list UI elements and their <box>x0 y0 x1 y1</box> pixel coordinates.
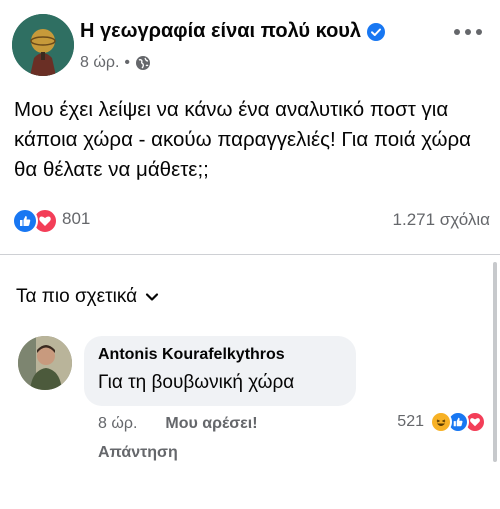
verified-badge-icon <box>367 22 386 41</box>
page-name-header[interactable]: Η γεωγραφία είναι πολύ κουλ <box>80 20 386 43</box>
comment-actions: 8 ώρ. Μου αρέσει! <box>98 415 258 433</box>
post-meta: 8 ώρ. • <box>80 54 151 72</box>
comment-author[interactable]: Antonis Kourafelkythros <box>98 346 342 364</box>
divider <box>0 254 500 255</box>
comment-sort-dropdown[interactable]: Τα πιο σχετικά <box>16 286 159 308</box>
chevron-down-icon <box>146 293 159 301</box>
comment-text: Για τη βουβωνική χώρα <box>98 372 295 393</box>
page-name[interactable]: Η γεωγραφία είναι πολύ κουλ <box>80 20 361 43</box>
haha-icon <box>430 411 452 433</box>
comment-reaction-count: 521 <box>397 413 424 430</box>
comment-time[interactable]: 8 ώρ. <box>98 415 137 433</box>
comment-like-button[interactable]: Μου αρέσει! <box>165 415 257 433</box>
meta-separator: • <box>124 54 130 71</box>
sort-label: Τα πιο σχετικά <box>16 286 138 307</box>
comments-count[interactable]: 1.271 σχόλια <box>393 210 490 230</box>
commenter-avatar[interactable] <box>18 336 72 390</box>
more-options-button[interactable] <box>454 24 482 40</box>
comment-reply-button[interactable]: Απάντηση <box>98 444 178 462</box>
comment-bubble: Antonis Kourafelkythros Για τη βουβωνική… <box>84 336 356 406</box>
comment-reactions[interactable]: 521 <box>397 411 486 433</box>
scrollbar[interactable] <box>493 262 497 462</box>
page-avatar[interactable] <box>12 14 74 76</box>
post-time[interactable]: 8 ώρ. <box>80 54 119 72</box>
reaction-count[interactable]: 801 <box>62 209 90 229</box>
post-reactions[interactable] <box>12 208 58 234</box>
post-text: Μου έχει λείψει να κάνω ένα αναλυτικό πο… <box>14 98 471 181</box>
like-icon <box>12 208 38 234</box>
more-options-icon <box>454 29 460 35</box>
globe-icon <box>136 56 150 70</box>
